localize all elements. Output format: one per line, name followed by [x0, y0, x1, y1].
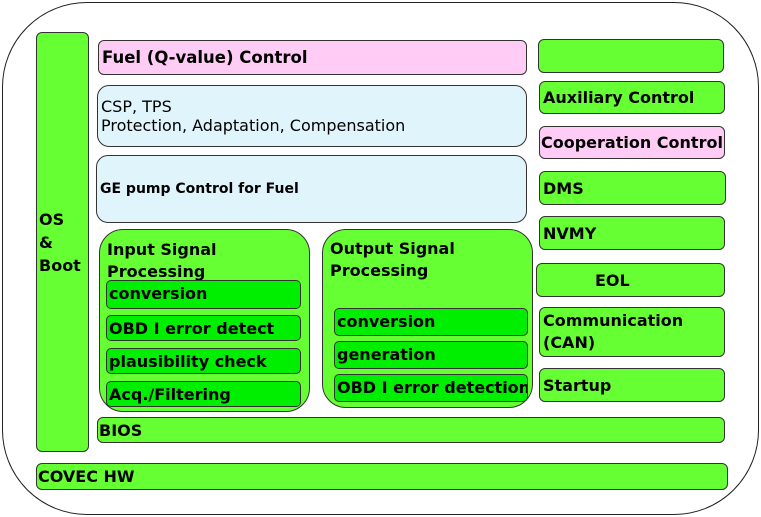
input-plausibility-check-block: plausibility check [106, 348, 301, 374]
csp-tps-block: CSP, TPS Protection, Adaptation, Compens… [97, 85, 527, 147]
blank-module-block [538, 39, 724, 73]
startup-block: Startup [539, 368, 725, 402]
bios-block: BIOS [97, 417, 725, 443]
eol-block: EOL [536, 263, 725, 297]
cooperation-control-label: Cooperation Control [541, 133, 723, 152]
csp-tps-label: CSP, TPS [101, 97, 172, 116]
bios-label: BIOS [99, 420, 143, 440]
nvmy-block: NVMY [539, 216, 725, 250]
covec-hw-block: COVEC HW [36, 463, 728, 490]
fuel-control-label: Fuel (Q-value) Control [102, 48, 308, 67]
input-acq-filtering-block: Acq./Filtering [106, 381, 301, 407]
input-signal-processing-group: Input Signal Processing conversion OBD I… [99, 229, 310, 412]
dms-label: DMS [543, 178, 584, 198]
output-generation-block: generation [334, 341, 528, 369]
input-conversion-block: conversion [106, 280, 301, 309]
fuel-q-value-control-block: Fuel (Q-value) Control [98, 40, 527, 75]
cooperation-control-block: Cooperation Control [539, 126, 725, 159]
auxiliary-control-label: Auxiliary Control [543, 88, 695, 107]
os-boot-block: OS & Boot [36, 32, 89, 452]
boot-label: Boot [39, 255, 81, 275]
output-signal-processing-title: Output Signal Processing [330, 239, 455, 280]
dms-block: DMS [539, 171, 726, 205]
output-obd-error-detection-block: OBD I error detection [334, 374, 528, 402]
nvmy-label: NVMY [543, 223, 597, 243]
input-obd-error-detect-block: OBD I error detect [106, 315, 301, 341]
output-signal-processing-group: Output Signal Processing conversion gene… [322, 229, 533, 408]
ge-pump-control-block: GE pump Control for Fuel [96, 155, 527, 223]
covec-hw-label: COVEC HW [38, 467, 135, 486]
eol-label: EOL [595, 270, 630, 290]
communication-can-block: Communication (CAN) [539, 307, 725, 357]
input-signal-processing-title: Input Signal Processing [107, 240, 217, 281]
os-label: OS [39, 209, 65, 229]
output-conversion-block: conversion [334, 308, 528, 336]
protection-adaptation-label: Protection, Adaptation, Compensation [101, 116, 406, 135]
communication-label: Communication [543, 311, 684, 330]
auxiliary-control-block: Auxiliary Control [539, 81, 725, 114]
ampersand-label: & [39, 232, 53, 252]
ge-pump-label: GE pump Control for Fuel [100, 180, 299, 197]
can-label: (CAN) [543, 333, 596, 352]
startup-label: Startup [543, 375, 612, 395]
